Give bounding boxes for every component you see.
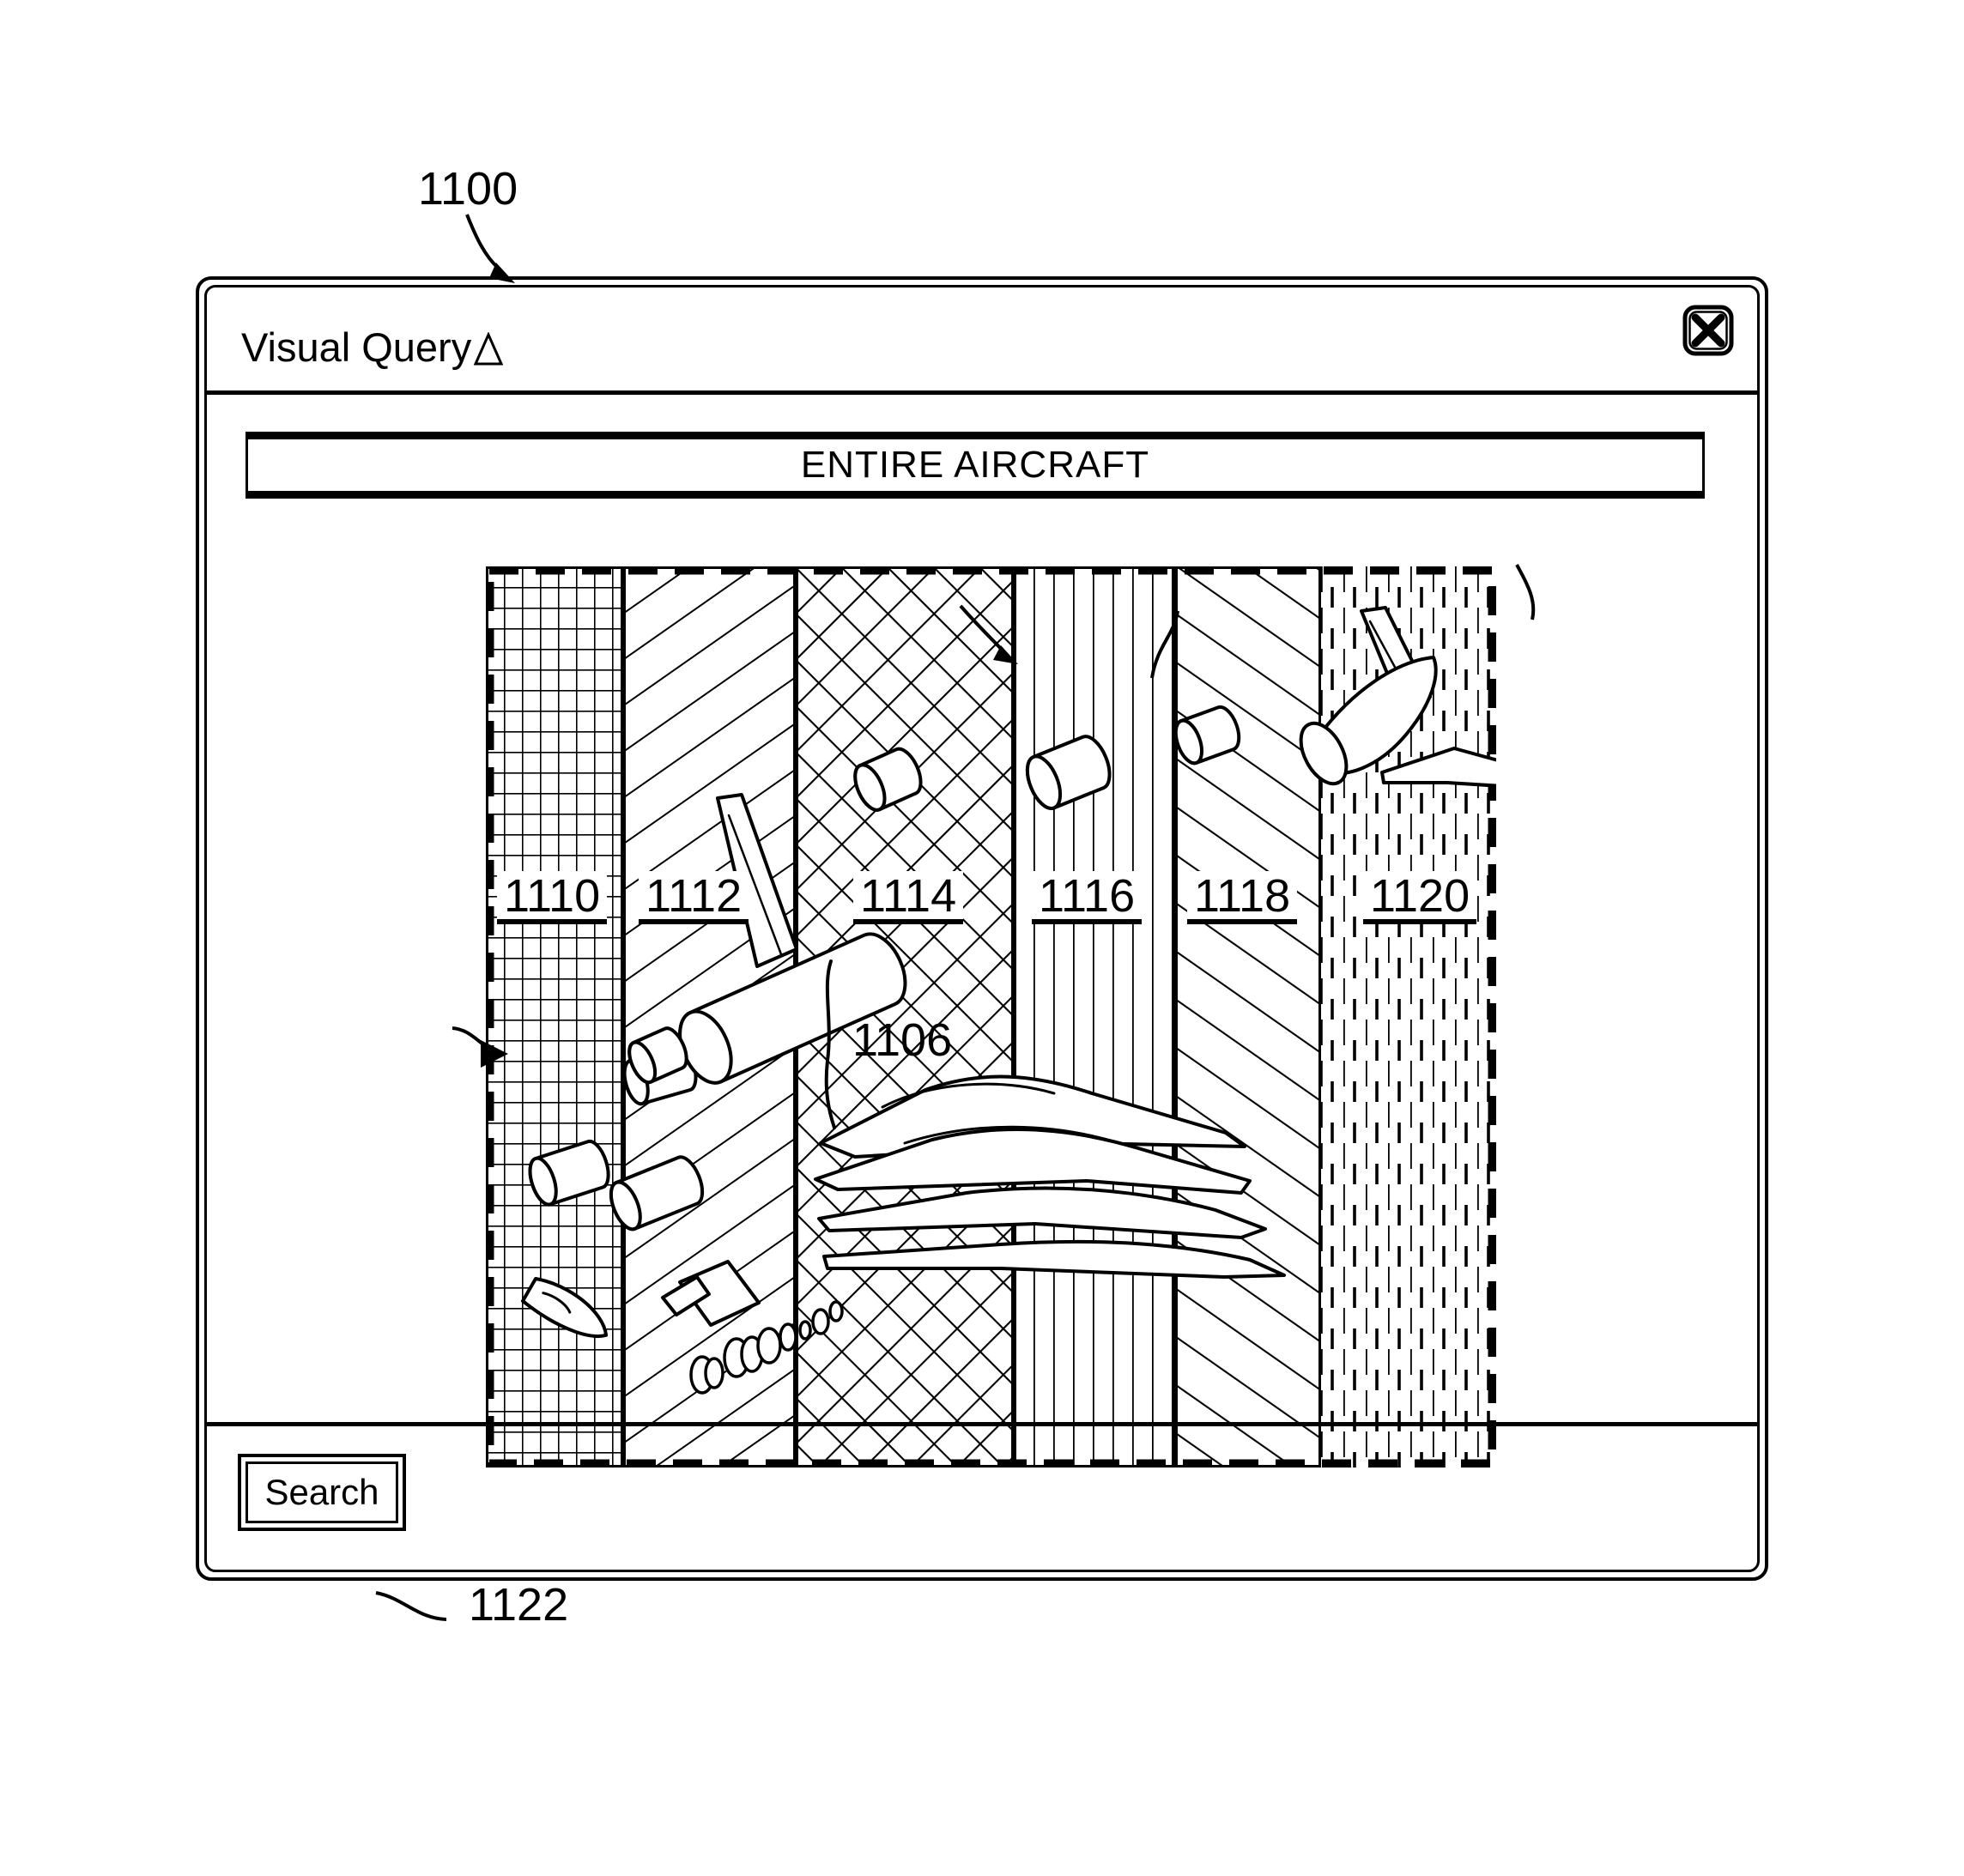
strip-label-1118: 1118 [1187,871,1298,924]
strip-1120[interactable] [1321,566,1496,1468]
strip-1118[interactable] [1175,566,1321,1468]
reference-number-1100: 1100 [418,163,518,215]
window-title-text: Visual Query [241,324,472,370]
strip-label-1110: 1110 [497,871,608,924]
strip-label-1112: 1112 [639,871,749,924]
search-button-inner-frame: Search [246,1461,398,1523]
reference-number-1106: 1106 [852,1014,953,1066]
search-button[interactable]: Search [238,1454,406,1531]
triangle-icon [473,331,504,372]
window-footer: Search [207,1422,1757,1570]
entire-aircraft-bar[interactable]: ENTIRE AIRCRAFT [246,432,1705,499]
strip-1110[interactable] [486,566,623,1468]
close-x-icon[interactable] [1682,305,1734,356]
strip-label-1114: 1114 [853,871,964,924]
visual-query-window: Visual Query ENTIRE AIRCRAFT 1110 1112 1… [196,276,1768,1581]
search-button-label: Search [264,1472,379,1512]
entire-aircraft-label: ENTIRE AIRCRAFT [800,444,1150,486]
strip-1116[interactable] [1014,566,1175,1468]
window-titlebar: Visual Query [207,287,1757,395]
strip-label-1120: 1120 [1363,871,1477,924]
window-title: Visual Query [241,327,504,372]
close-button[interactable] [1682,305,1734,356]
window-inner-frame: Visual Query ENTIRE AIRCRAFT 1110 1112 1… [204,285,1760,1572]
strip-1112[interactable] [623,566,796,1468]
strip-label-1116: 1116 [1032,871,1143,924]
window-body: ENTIRE AIRCRAFT 1110 1112 1114 1116 1118… [207,395,1757,1468]
reference-number-1122: 1122 [469,1579,569,1631]
aircraft-breakdown-strip-region: 1110 1112 1114 1116 1118 1120 1106 [486,566,1496,1468]
